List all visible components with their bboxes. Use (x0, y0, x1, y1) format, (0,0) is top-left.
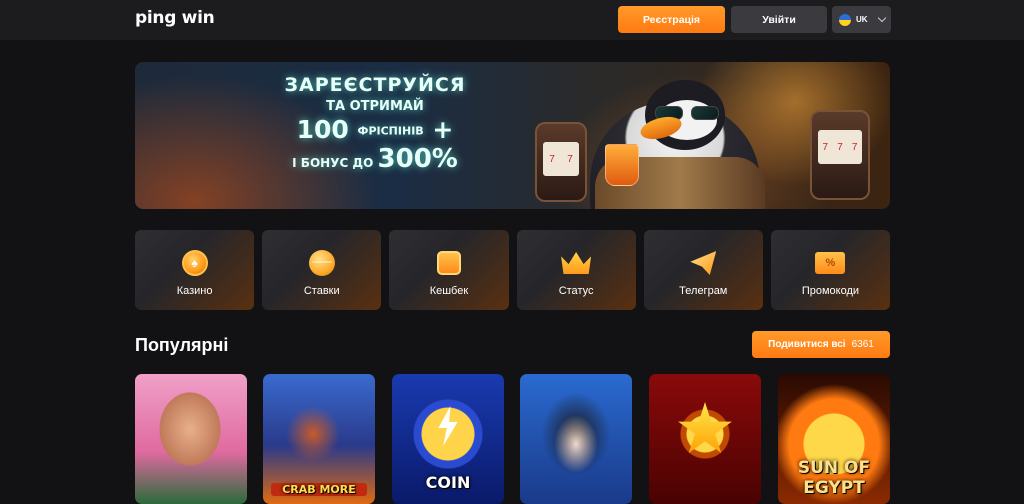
game-card[interactable] (135, 374, 247, 504)
register-button-label: Реєстрація (642, 13, 701, 26)
crown-icon (561, 248, 592, 278)
games-count: 6361 (851, 339, 874, 350)
banner-line-4: І БОНУС ДО 300% (235, 144, 515, 174)
bonus-percent: 300% (377, 144, 458, 174)
category-cashback[interactable]: Кешбек (389, 230, 509, 310)
top-header: ping win Реєстрація Увійти UK (0, 0, 1024, 40)
category-telegram[interactable]: Телеграм (643, 230, 763, 310)
category-label: Промокоди (801, 285, 860, 297)
promo-banner[interactable]: 77 777 ЗАРЕЄСТРУЙСЯ ТА ОТРИМАЙ 100 ФРІСП… (135, 62, 890, 209)
popular-section-title: Популярні (135, 335, 229, 355)
game-title: SUN OF EGYPT (797, 458, 871, 498)
category-label: Телеграм (679, 285, 728, 297)
game-title: COIN (425, 473, 471, 492)
game-card[interactable]: SUN OF EGYPT (778, 374, 890, 504)
register-button[interactable]: Реєстрація (618, 6, 725, 33)
game-title: CRAB MORE (271, 483, 367, 496)
cocktail-icon (605, 144, 639, 186)
popular-games-row: CRAB MORE COIN SUN OF EGYPT (135, 374, 890, 504)
chevron-down-icon (877, 13, 886, 23)
category-bets[interactable]: Ставки (262, 230, 382, 310)
banner-line-1: ЗАРЕЄСТРУЙСЯ (284, 74, 466, 96)
freespins-number: 100 (296, 115, 349, 144)
category-casino[interactable]: ♠ Казино (135, 230, 255, 310)
category-label: Кешбек (429, 285, 469, 297)
language-selector[interactable]: UK (832, 6, 891, 33)
promo-ticket-icon: % (815, 248, 846, 278)
casino-chip-icon: ♠ (180, 248, 210, 278)
slot-machine-left: 77 (535, 122, 587, 202)
lightning-icon (438, 406, 458, 446)
slot-machine-right: 777 (810, 110, 870, 200)
ukraine-flag-icon (839, 13, 851, 26)
game-card[interactable] (520, 374, 632, 504)
star-icon (678, 402, 732, 453)
category-label: Статус (558, 285, 594, 297)
banner-headline: ЗАРЕЄСТРУЙСЯ ТА ОТРИМАЙ 100 ФРІСПІНІВ + … (235, 74, 515, 174)
category-status[interactable]: Статус (516, 230, 636, 310)
language-code: UK (856, 15, 868, 24)
game-card[interactable]: CRAB MORE (263, 374, 375, 504)
logo-text: ping win (135, 8, 215, 28)
category-promocodes[interactable]: % Промокоди (770, 230, 891, 310)
banner-line-3: 100 ФРІСПІНІВ + (235, 115, 515, 144)
view-all-button[interactable]: Подивитися всі 6361 (752, 331, 890, 358)
login-button[interactable]: Увійти (731, 6, 827, 33)
game-card[interactable]: COIN (392, 374, 504, 504)
game-card[interactable] (649, 374, 761, 504)
category-tiles: ♠ Казино Ставки Кешбек Статус Телеграм %… (135, 230, 891, 310)
sports-ball-icon (307, 248, 337, 278)
category-label: Ставки (303, 285, 340, 297)
bonus-text: І БОНУС ДО (292, 156, 374, 170)
freespins-word: ФРІСПІНІВ (357, 124, 424, 138)
cashback-bag-icon (434, 248, 464, 278)
banner-line-2: ТА ОТРИМАЙ (326, 99, 424, 114)
login-button-label: Увійти (762, 13, 796, 26)
view-all-label: Подивитися всі (768, 339, 846, 350)
site-logo[interactable]: ping win (135, 8, 215, 28)
plus-sign: + (432, 115, 454, 144)
telegram-icon (688, 248, 718, 278)
category-label: Казино (176, 285, 213, 297)
